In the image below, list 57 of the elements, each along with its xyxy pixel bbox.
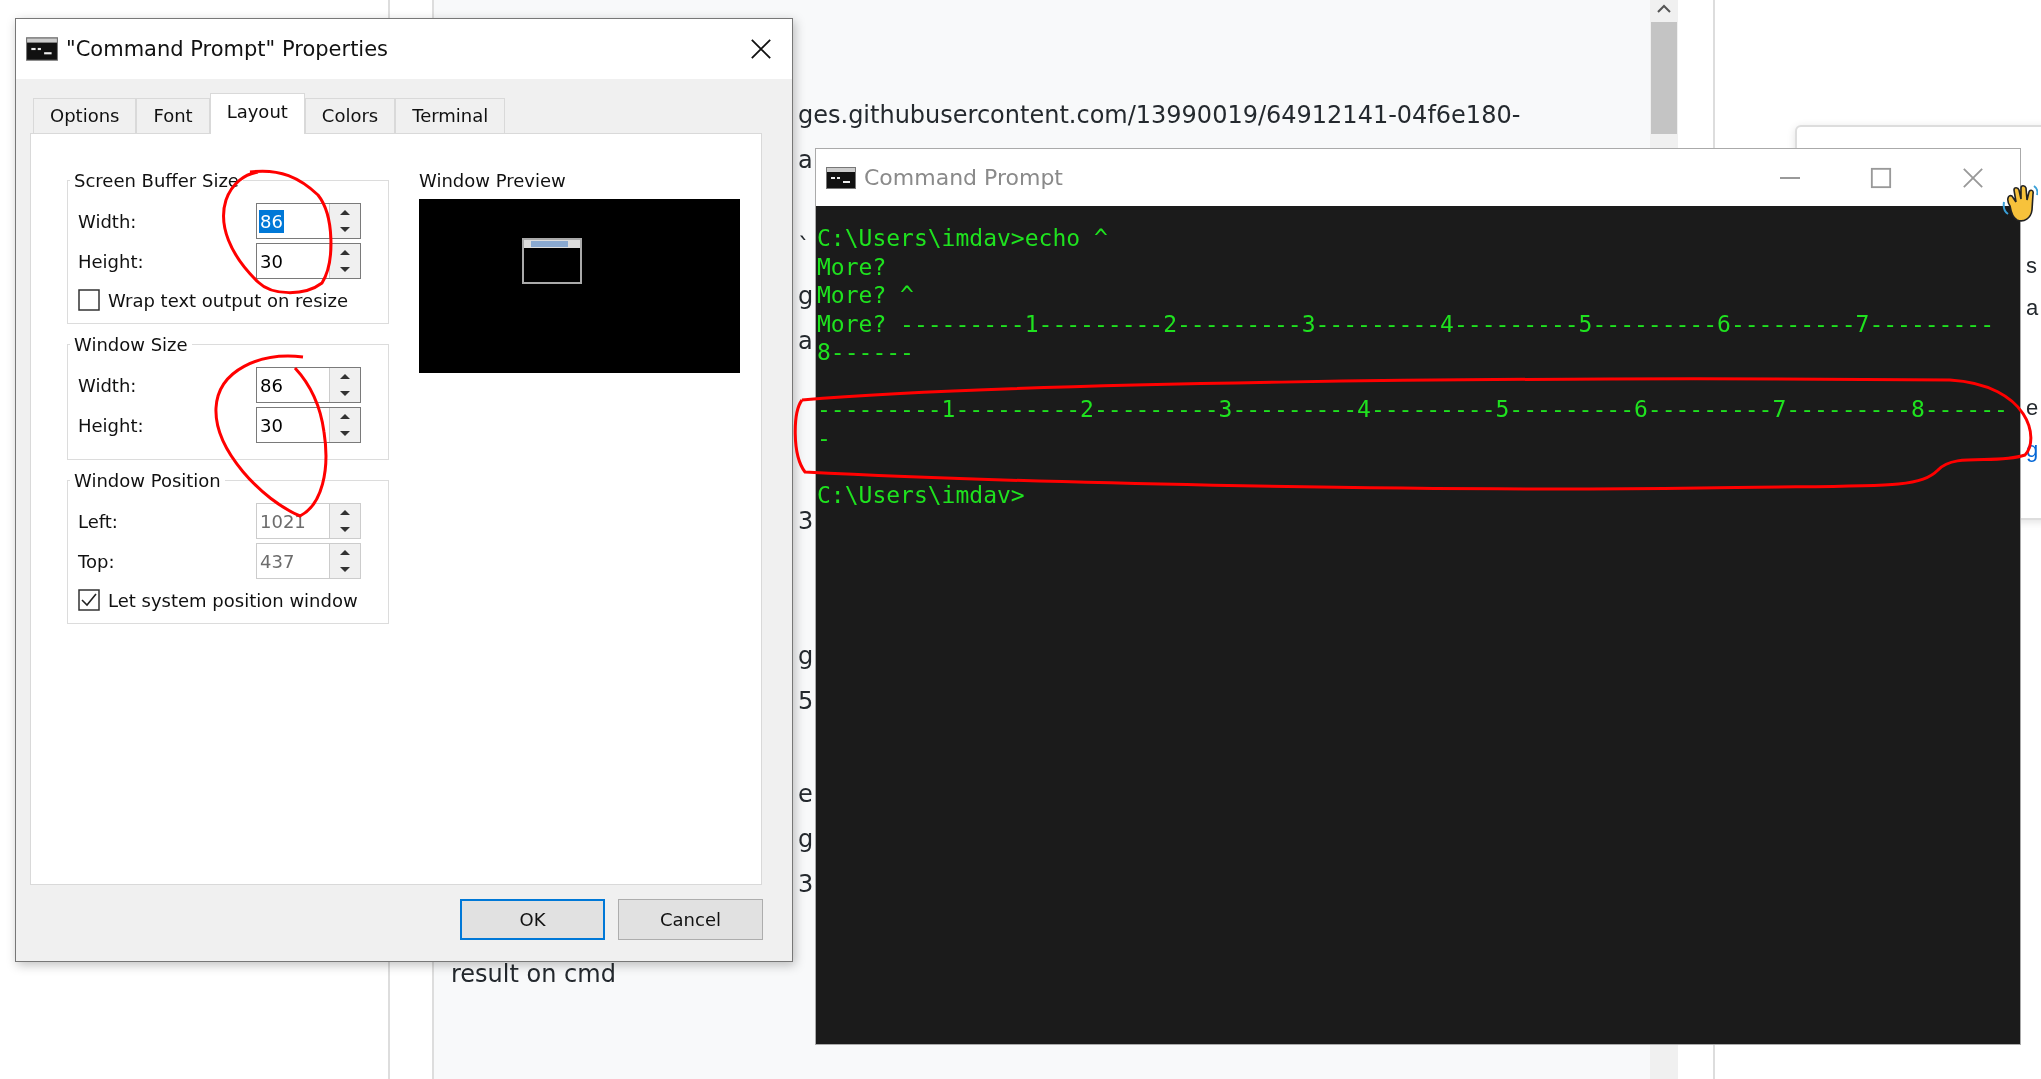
checkbox-label: Let system position window	[108, 589, 358, 611]
field-label: Width:	[77, 210, 138, 232]
terminal-line: -	[817, 423, 832, 452]
document-text: g	[798, 281, 814, 312]
document-text: a	[798, 326, 813, 357]
checkbox-label: Wrap text output on resize	[108, 289, 349, 311]
message-text: a	[2026, 294, 2039, 322]
message-text: e	[2026, 394, 2039, 422]
scrollbar-thumb[interactable]	[1651, 22, 1677, 134]
document-text: g	[798, 641, 814, 672]
tab[interactable]: Terminal	[395, 98, 506, 133]
spin-box[interactable]: 86	[256, 367, 361, 403]
preview-title: Window Preview	[419, 170, 567, 191]
document-text: ges.githubusercontent.com/13990019/64912141-04f6e180-	[798, 100, 1521, 131]
document-text: 3	[798, 506, 814, 537]
tab[interactable]: Font	[136, 98, 210, 133]
terminal-icon	[826, 166, 856, 189]
maximize-button[interactable]	[1870, 166, 1892, 189]
document-text: a	[798, 145, 813, 176]
document-text: g	[798, 824, 814, 855]
close-button[interactable]	[750, 38, 772, 60]
checkbox[interactable]	[78, 589, 100, 611]
terminal-line: C:\Users\imdav>echo ^	[817, 224, 1109, 253]
caption-text: result on cmd	[451, 959, 617, 990]
tab[interactable]: Colors	[304, 98, 396, 133]
spin-box[interactable]: 30	[256, 243, 361, 279]
dialog-button[interactable]: OK	[460, 899, 605, 940]
window-title: Command Prompt	[864, 165, 1063, 190]
document-text: e	[798, 779, 813, 810]
document-text: 5	[798, 686, 814, 717]
field-label: Height:	[77, 250, 145, 272]
message-text: s	[2026, 252, 2037, 280]
terminal-line: 8------	[817, 338, 915, 367]
group-title: Window Position	[73, 470, 222, 491]
field-label: Width:	[77, 374, 138, 396]
field-label: Top:	[77, 550, 116, 572]
tab[interactable]: Options	[33, 98, 137, 133]
spin-box[interactable]: 86	[256, 203, 361, 239]
group-title: Screen Buffer Size	[73, 170, 240, 191]
chevron-up-icon[interactable]	[1656, 4, 1672, 14]
spin-box[interactable]: 30	[256, 407, 361, 443]
mini-window-drawing	[522, 238, 582, 284]
window-title: "Command Prompt" Properties	[66, 37, 389, 61]
terminal-line: More?	[817, 252, 888, 281]
group-title: Window Size	[73, 334, 189, 355]
field-label: Height:	[77, 414, 145, 436]
terminal-line: More? ^	[817, 281, 915, 310]
terminal-line: ---------1---------2---------3---------4---------5---------6---------7---------8------	[817, 395, 2009, 424]
terminal-line: More? ---------1---------2---------3---------4---------5---------6---------7---------	[817, 309, 1995, 338]
terminal-icon	[26, 37, 58, 61]
dialog-button[interactable]: Cancel	[618, 899, 763, 940]
field-label: Left:	[77, 510, 119, 532]
checkbox[interactable]	[78, 289, 100, 311]
document-text: 3	[798, 869, 814, 900]
terminal-line: C:\Users\imdav>	[817, 480, 1026, 509]
document-text: `	[798, 232, 810, 263]
tab[interactable]: Layout	[209, 93, 305, 134]
